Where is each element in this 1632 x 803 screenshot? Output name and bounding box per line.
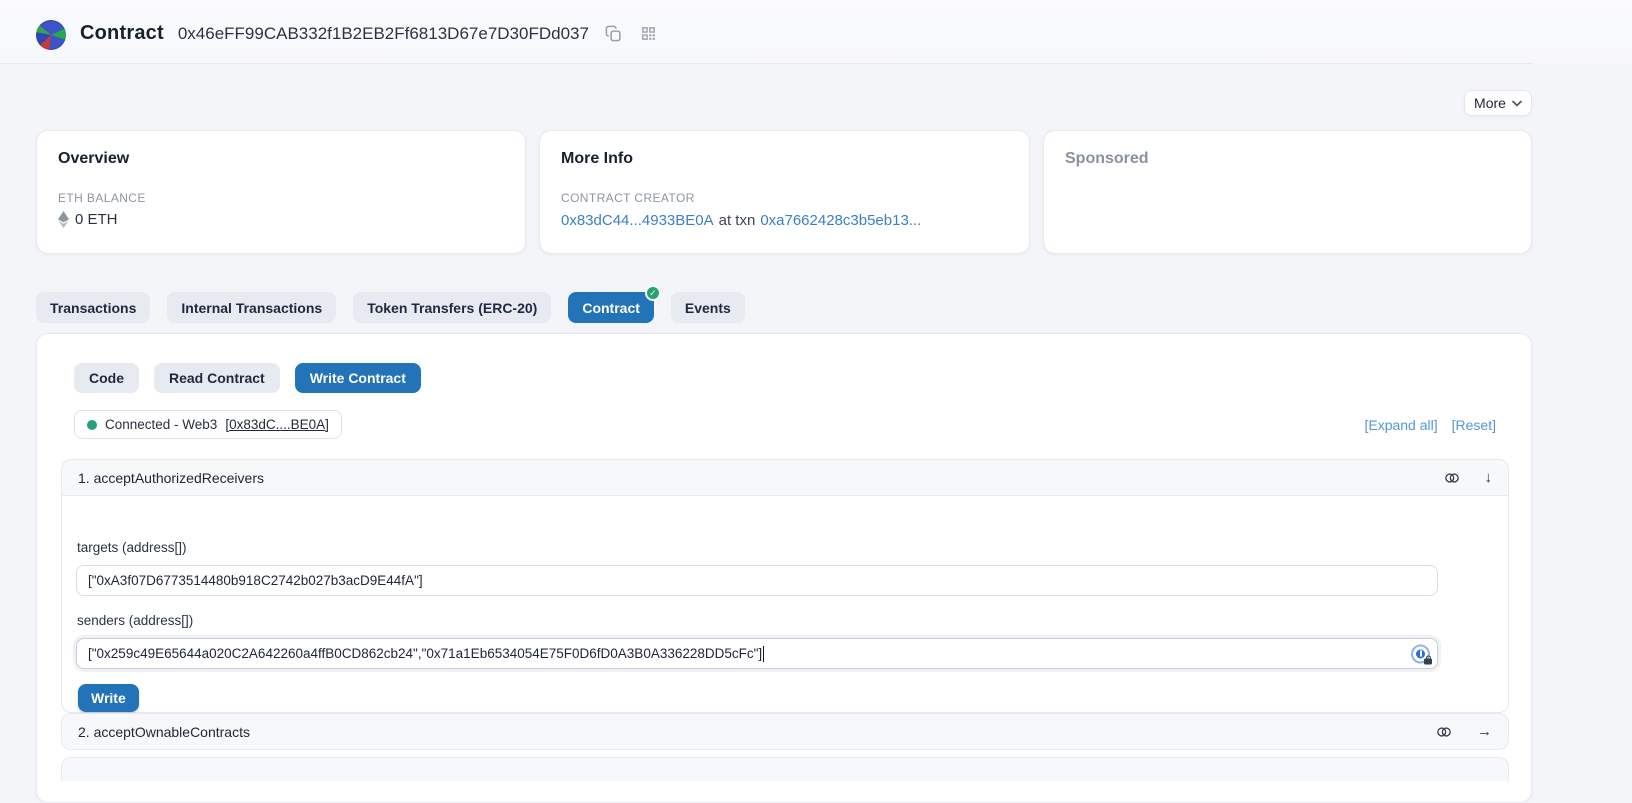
expand-arrow-icon[interactable]: →: [1477, 723, 1492, 740]
more-info-card-title: More Info: [561, 150, 1008, 168]
connected-dot-icon: [87, 420, 97, 430]
permalink-icon[interactable]: [1443, 469, 1461, 487]
eth-icon: [58, 211, 69, 228]
tab-internal-transactions[interactable]: Internal Transactions: [167, 292, 336, 323]
method-1-header[interactable]: 1. acceptAuthorizedReceivers ↓: [61, 459, 1509, 496]
copy-icon[interactable]: [603, 23, 624, 44]
panel-actions: [Expand all] [Reset]: [1364, 417, 1496, 433]
verified-check-icon: ✓: [645, 285, 661, 301]
eth-balance-value: 0 ETH: [75, 211, 118, 228]
creation-txn-link[interactable]: 0xa7662428c3b5eb13...: [760, 212, 921, 229]
senders-field-label: senders (address[]): [77, 613, 193, 628]
sponsored-card: Sponsored: [1043, 130, 1532, 254]
wallet-connection-status: Connected - Web3 [0x83dC....BE0A]: [74, 410, 342, 439]
targets-input[interactable]: ["0xA3f07D6773514480b918C2742b027b3acD9E…: [76, 565, 1438, 596]
page: Contract 0x46eFF99CAB332f1B2EB2Ff6813D67…: [0, 0, 1632, 761]
chevron-down-icon: [1512, 100, 1522, 107]
overview-card-title: Overview: [58, 150, 504, 168]
sponsored-card-title: Sponsored: [1065, 150, 1510, 168]
page-title: Contract: [80, 22, 164, 45]
reset-link[interactable]: [Reset]: [1452, 417, 1496, 433]
targets-field-label: targets (address[]): [77, 540, 187, 555]
subtab-read-contract[interactable]: Read Contract: [154, 363, 280, 393]
contract-panel: Code Read Contract Write Contract Connec…: [36, 333, 1532, 803]
contract-address: 0x46eFF99CAB332f1B2EB2Ff6813D67e7D30FDd0…: [178, 24, 589, 44]
write-button[interactable]: Write: [78, 684, 139, 712]
creator-connector-text: at txn: [719, 212, 756, 229]
tab-token-transfers[interactable]: Token Transfers (ERC-20): [353, 292, 551, 323]
expand-all-link[interactable]: [Expand all]: [1364, 417, 1437, 433]
connected-wallet-address-link[interactable]: [0x83dC....BE0A]: [225, 417, 329, 432]
qr-code-icon[interactable]: [638, 23, 659, 44]
subtab-write-contract[interactable]: Write Contract: [295, 363, 421, 393]
creator-address-link[interactable]: 0x83dC44...4933BE0A: [561, 212, 714, 229]
more-dropdown-button[interactable]: More: [1464, 90, 1532, 116]
method-accept-authorized-receivers: 1. acceptAuthorizedReceivers ↓ targets (…: [61, 459, 1509, 713]
tab-transactions[interactable]: Transactions: [36, 292, 150, 323]
contract-avatar: [36, 20, 66, 50]
contract-creator-label: CONTRACT CREATOR: [561, 191, 1008, 205]
subtab-code[interactable]: Code: [74, 363, 139, 393]
permalink-icon[interactable]: [1435, 723, 1453, 741]
page-header: Contract 0x46eFF99CAB332f1B2EB2Ff6813D67…: [0, 0, 1533, 64]
eth-balance-label: ETH BALANCE: [58, 191, 504, 205]
method-2-header[interactable]: 2. acceptOwnableContracts →: [61, 713, 1509, 750]
method-1-title: 1. acceptAuthorizedReceivers: [78, 470, 264, 486]
senders-input[interactable]: ["0x259c49E65644a020C2A642260a4ffB0CD862…: [76, 638, 1438, 669]
method-accept-ownable-contracts: 2. acceptOwnableContracts →: [61, 713, 1509, 750]
lock-icon: [1424, 658, 1432, 665]
more-info-card: More Info CONTRACT CREATOR 0x83dC44...49…: [539, 130, 1030, 254]
password-extension-icon[interactable]: [1411, 644, 1430, 663]
method-1-body: targets (address[]) ["0xA3f07D6773514480…: [61, 496, 1509, 713]
overview-card: Overview ETH BALANCE 0 ETH: [36, 130, 526, 254]
connection-status-text: Connected - Web3: [105, 417, 217, 432]
tab-contract[interactable]: Contract ✓: [568, 292, 654, 323]
tab-events[interactable]: Events: [671, 292, 745, 323]
method-2-title: 2. acceptOwnableContracts: [78, 724, 250, 740]
main-tabs: Transactions Internal Transactions Token…: [36, 292, 745, 323]
more-dropdown-label: More: [1474, 95, 1506, 111]
collapse-arrow-icon[interactable]: ↓: [1485, 469, 1493, 486]
text-cursor: [763, 646, 764, 662]
contract-subtabs: Code Read Contract Write Contract: [74, 363, 421, 393]
